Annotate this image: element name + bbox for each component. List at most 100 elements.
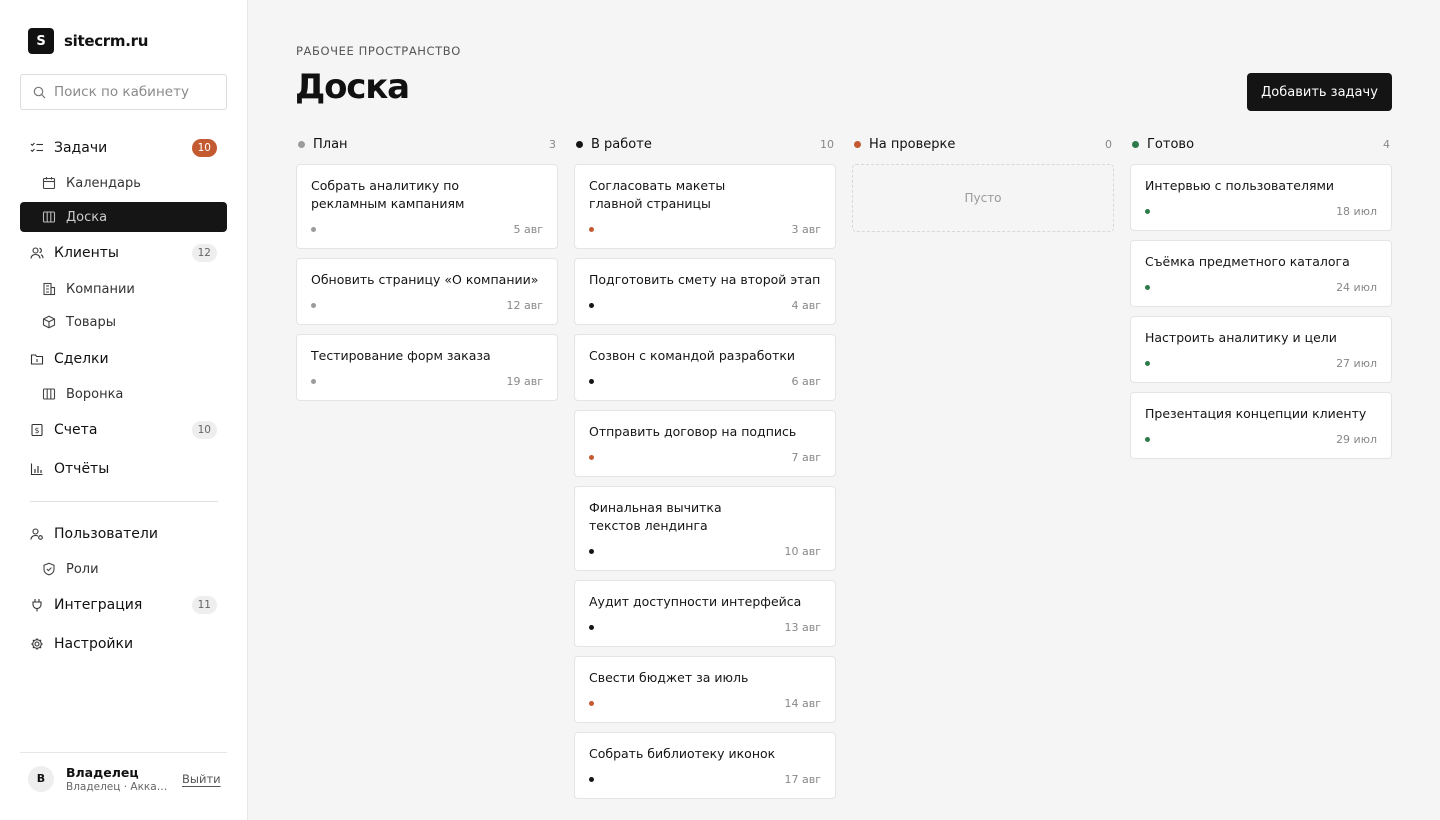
add-task-button[interactable]: Добавить задачу	[1247, 73, 1392, 111]
calendar-icon	[42, 177, 56, 190]
task-card[interactable]: Собрать аналитику по рекламным кампаниям…	[296, 164, 558, 249]
sidebar-item-integration[interactable]: Интеграция 11	[20, 590, 227, 620]
task-title: Презентация концепции клиенту	[1145, 406, 1367, 421]
task-date: 29 июл	[1336, 432, 1377, 446]
task-card[interactable]: Финальная вычитка текстов лендинга 10 авг	[574, 486, 836, 571]
task-status-dot	[589, 624, 594, 630]
task-title: Подготовить смету на второй этап	[589, 272, 821, 287]
task-date: 13 авг	[784, 620, 822, 634]
sidebar-item-products[interactable]: Товары	[20, 307, 227, 337]
task-footer: 24 июл	[1145, 280, 1377, 294]
task-status-dot	[589, 454, 594, 460]
task-title: Собрать аналитику по рекламным кампаниям	[311, 178, 465, 211]
task-card[interactable]: Отправить договор на подпись 7 авг	[574, 410, 836, 477]
column-title: В работе	[591, 136, 652, 152]
sidebar-item-label: Клиенты	[54, 245, 119, 261]
board-column: В работе 10 Согласовать макеты главной стр…	[574, 136, 836, 808]
sidebar-item-board[interactable]: Доска	[20, 202, 227, 232]
plug-icon	[32, 599, 42, 612]
task-title: Согласовать макеты главной страницы	[589, 178, 726, 211]
sidebar-item-label: Настройки	[54, 636, 134, 652]
task-status-dot	[1145, 360, 1150, 366]
task-card[interactable]: Обновить страницу «О компании» 12 авг	[296, 258, 558, 325]
task-title: Отправить договор на подпись	[589, 424, 797, 439]
column-cards: Пусто	[852, 164, 1114, 232]
sidebar-item-label: Воронка	[66, 386, 124, 402]
task-title: Аудит доступности интерфейса	[589, 594, 802, 609]
task-date: 18 июл	[1336, 204, 1377, 218]
task-footer: 18 июл	[1145, 204, 1377, 218]
logout-link[interactable]: Выйти	[182, 772, 221, 786]
task-card[interactable]: Свести бюджет за июль 14 авг	[574, 656, 836, 723]
task-status-dot	[589, 700, 594, 706]
board-column: План 3 Собрать аналитику по рекламным камп…	[296, 136, 558, 410]
checklist-icon	[30, 142, 43, 153]
task-title: Съёмка предметного каталога	[1145, 254, 1350, 269]
task-date: 27 июл	[1336, 356, 1377, 370]
search-input[interactable]	[54, 84, 214, 100]
task-title: Интервью с пользователями	[1145, 178, 1335, 193]
sidebar-item-reports[interactable]: Отчёты	[20, 454, 227, 484]
column-status-dot	[1132, 140, 1139, 148]
brand[interactable]: S sitecrm.ru	[28, 28, 148, 54]
sidebar-item-label: Задачи	[54, 140, 108, 156]
task-card[interactable]: Тестирование форм заказа 19 авг	[296, 334, 558, 401]
sidebar-item-label: Интеграция	[54, 597, 143, 613]
sidebar-item-label: Пользователи	[54, 526, 158, 542]
task-status-dot	[589, 302, 594, 308]
task-card[interactable]: Аудит доступности интерфейса 13 авг	[574, 580, 836, 647]
column-count: 0	[1105, 137, 1112, 151]
task-footer: 6 авг	[589, 374, 821, 388]
board-column: Готово 4 Интервью с пользователями 18 июл Съ…	[1130, 136, 1392, 468]
column-title: На проверке	[869, 136, 956, 152]
column-header: В работе 10	[574, 136, 836, 152]
search-box[interactable]	[20, 74, 227, 110]
task-footer: 5 авг	[311, 222, 543, 236]
user-subtitle: Владелец · Аккаунт	[66, 780, 172, 793]
svg-text:$: $	[35, 426, 40, 435]
sidebar-item-label: Счета	[54, 422, 98, 438]
user-panel: В Владелец Владелец · Аккаунт Выйти	[20, 752, 227, 804]
clients-count-badge: 12	[191, 244, 217, 262]
task-footer: 10 авг	[589, 544, 821, 558]
task-card[interactable]: Презентация концепции клиенту 29 июл	[1130, 392, 1392, 459]
avatar: В	[28, 765, 54, 792]
sidebar-item-roles[interactable]: Роли	[20, 554, 227, 584]
task-status-dot	[1145, 284, 1150, 290]
sidebar-item-invoices[interactable]: $ Счета 10	[20, 415, 227, 445]
column-header: План 3	[296, 136, 558, 152]
column-count: 3	[549, 137, 556, 151]
task-footer: 27 июл	[1145, 356, 1377, 370]
task-footer: 29 июл	[1145, 432, 1377, 446]
task-title: Финальная вычитка текстов лендинга	[589, 500, 722, 533]
sidebar-item-label: Компании	[66, 281, 135, 297]
column-count: 4	[1383, 137, 1390, 151]
task-footer: 17 авг	[589, 772, 821, 786]
sidebar-item-companies[interactable]: Компании	[20, 274, 227, 304]
task-card[interactable]: Настроить аналитику и цели 27 июл	[1130, 316, 1392, 383]
sidebar-item-funnel[interactable]: Воронка	[20, 379, 227, 409]
task-card[interactable]: Подготовить смету на второй этап 4 авг	[574, 258, 836, 325]
task-card[interactable]: Съёмка предметного каталога 24 июл	[1130, 240, 1392, 307]
board-icon	[42, 211, 56, 223]
sidebar-item-settings[interactable]: Настройки	[20, 629, 227, 659]
sidebar-item-tasks[interactable]: Задачи 10	[20, 133, 227, 163]
shield-icon	[43, 562, 55, 576]
sidebar-item-clients[interactable]: Клиенты 12	[20, 238, 227, 268]
task-card[interactable]: Созвон с командой разработки 6 авг	[574, 334, 836, 401]
sidebar-divider	[30, 501, 218, 502]
task-card[interactable]: Согласовать макеты главной страницы 3 авг	[574, 164, 836, 249]
box-icon	[42, 315, 56, 329]
task-status-dot	[1145, 436, 1150, 442]
sidebar-item-calendar[interactable]: Календарь	[20, 168, 227, 198]
folder-icon	[30, 354, 44, 365]
sidebar-item-deals[interactable]: Сделки	[20, 344, 227, 374]
sidebar-item-users[interactable]: Пользователи	[20, 519, 227, 549]
column-cards: Интервью с пользователями 18 июл Съёмка пр…	[1130, 164, 1392, 459]
column-status-dot	[576, 140, 583, 148]
task-card[interactable]: Собрать библиотеку иконок 17 авг	[574, 732, 836, 799]
empty-column-placeholder: Пусто	[852, 164, 1114, 232]
task-card[interactable]: Интервью с пользователями 18 июл	[1130, 164, 1392, 231]
column-title: Готово	[1147, 136, 1195, 152]
user-info: Владелец Владелец · Аккаунт	[66, 765, 172, 793]
